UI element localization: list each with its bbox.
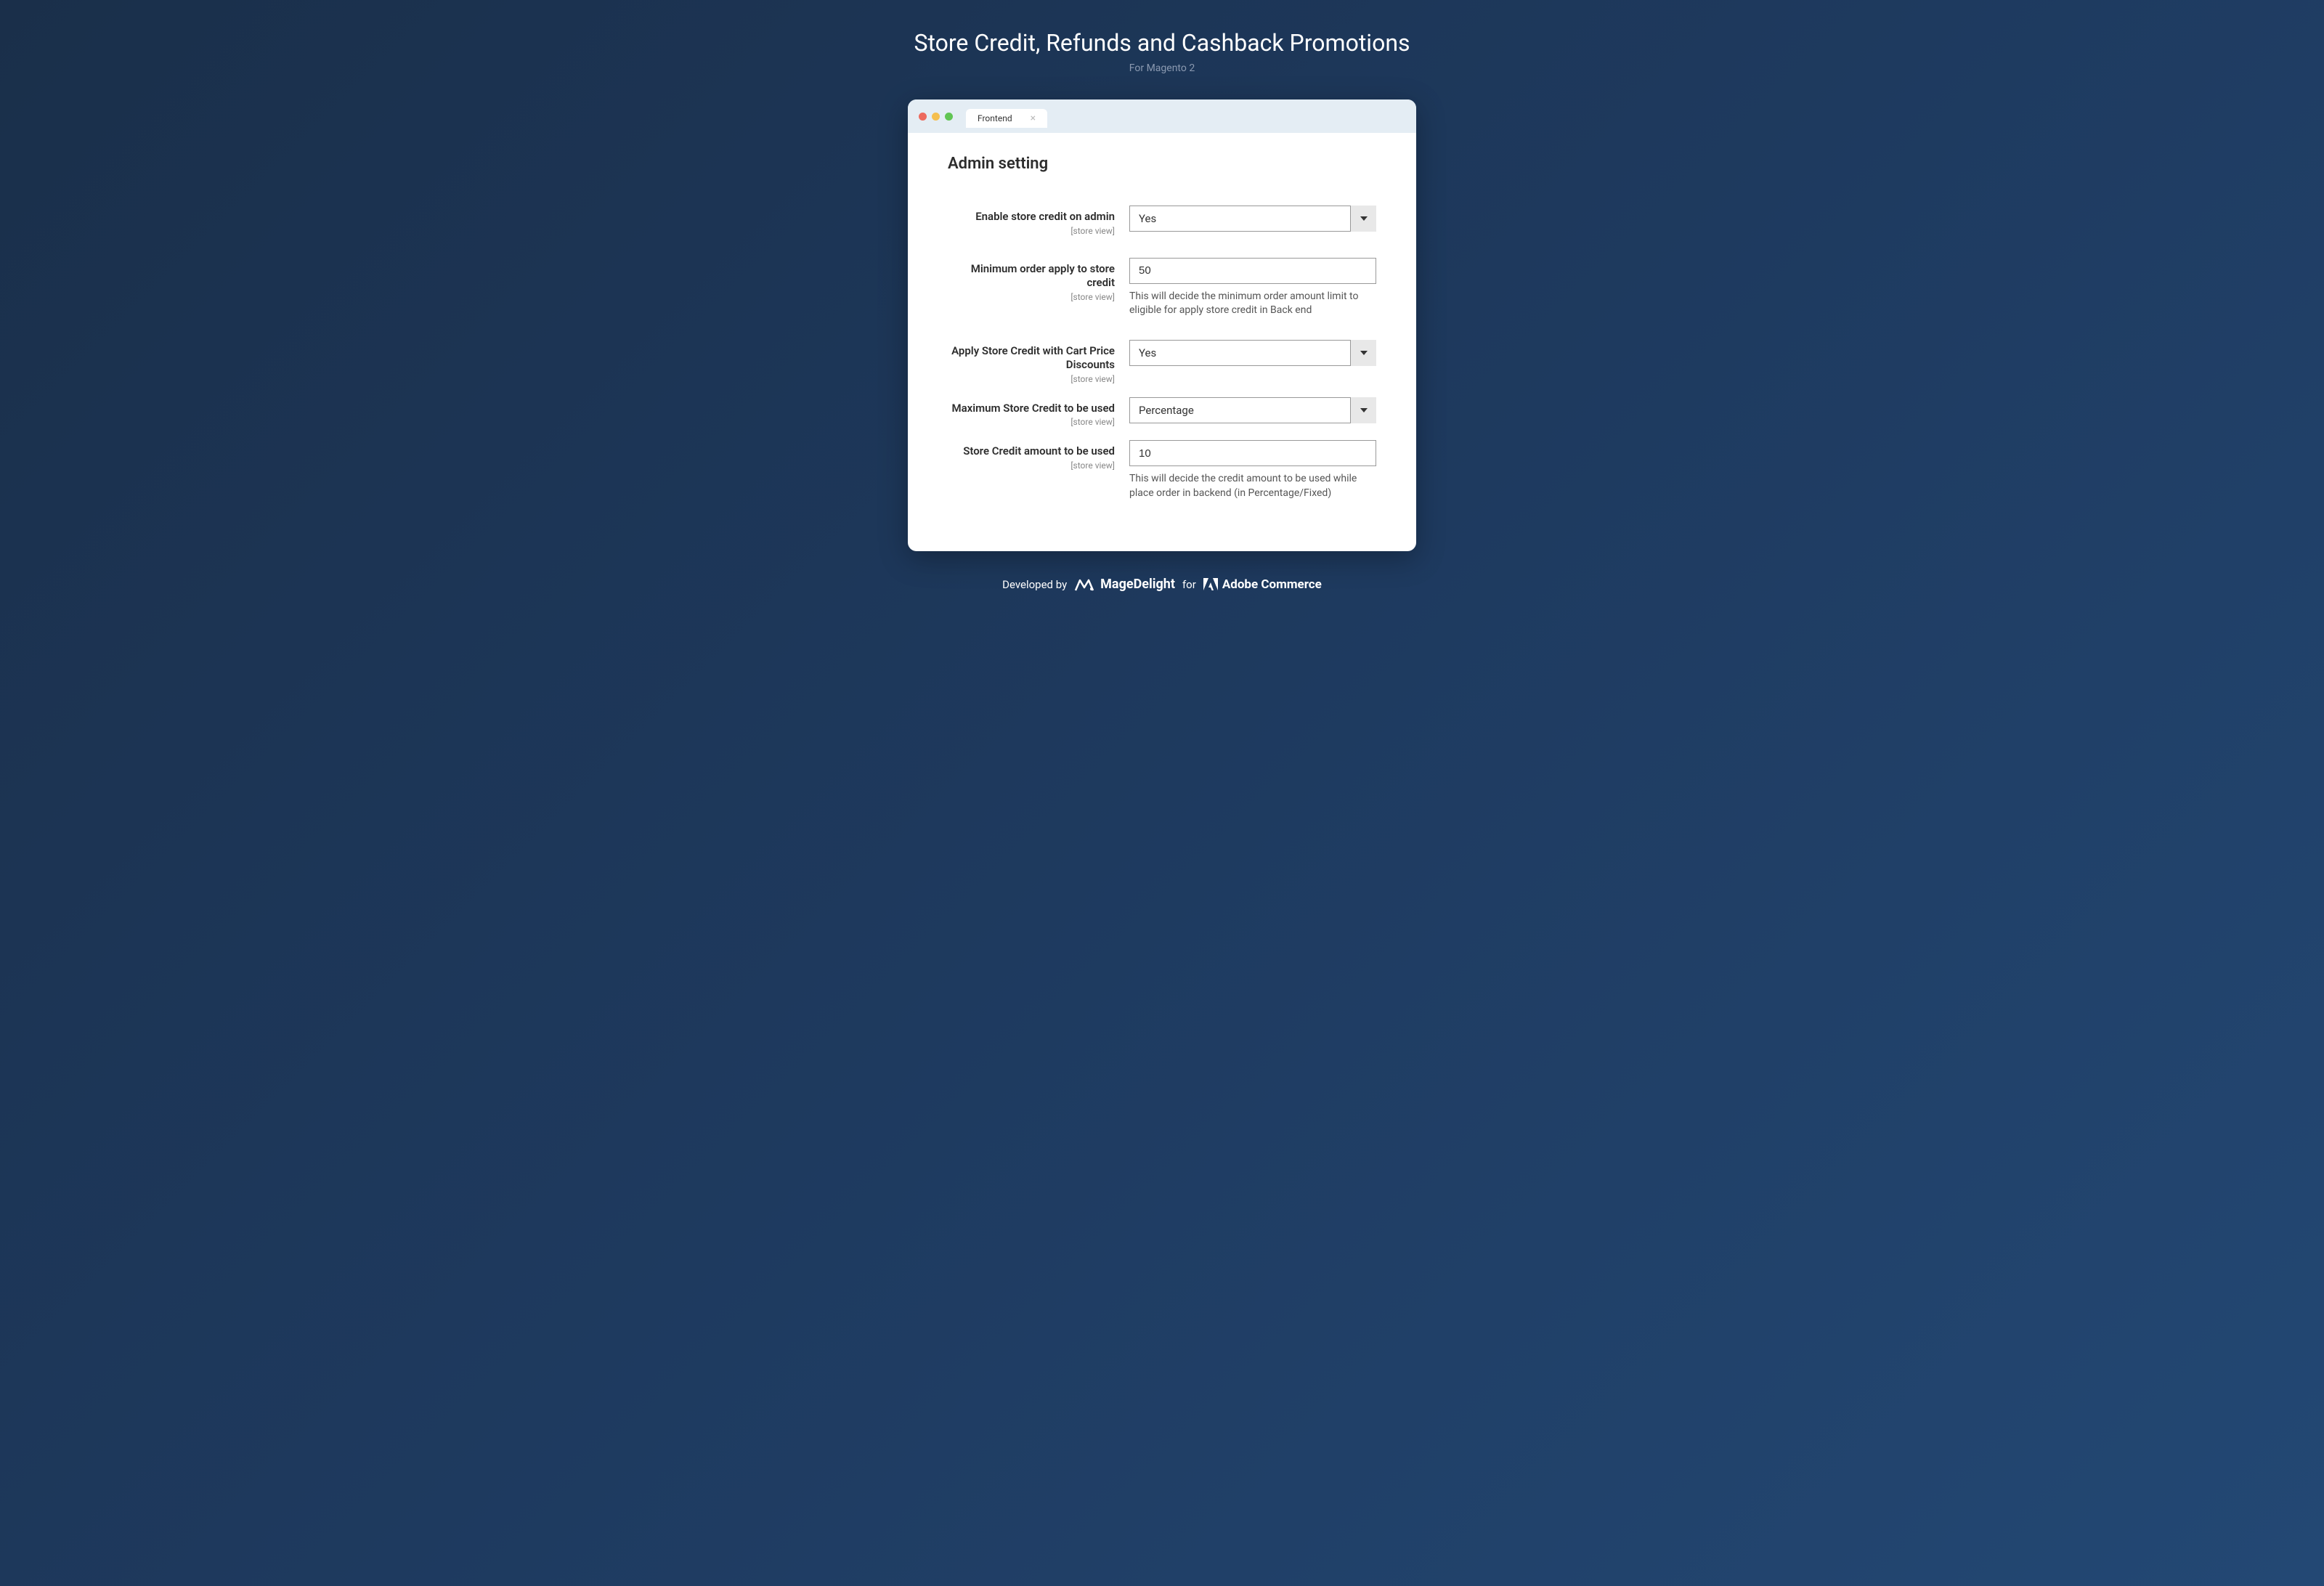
scope-label: [store view] — [948, 417, 1115, 427]
browser-tab[interactable]: Frontend × — [966, 109, 1047, 128]
footer: Developed by MageDelight for Adobe Comme… — [1002, 577, 1322, 592]
select-value: Yes — [1129, 206, 1376, 232]
traffic-lights — [919, 113, 953, 121]
minimum-order-input[interactable] — [1129, 258, 1376, 284]
input-column: This will decide the credit amount to be… — [1129, 440, 1376, 500]
window-maximize-icon[interactable] — [945, 113, 953, 121]
adobe-icon — [1203, 578, 1218, 591]
page-title: Store Credit, Refunds and Cashback Promo… — [914, 29, 1410, 57]
form-row-minimum-order: Minimum order apply to store credit [sto… — [948, 258, 1376, 318]
developed-by-text: Developed by — [1002, 578, 1067, 591]
page-subtitle: For Magento 2 — [1129, 62, 1195, 74]
form-row-credit-amount: Store Credit amount to be used [store vi… — [948, 440, 1376, 500]
help-text: This will decide the credit amount to be… — [1129, 472, 1376, 500]
select-value: Percentage — [1129, 397, 1376, 423]
adobe-commerce-logo: Adobe Commerce — [1203, 577, 1322, 592]
adobe-commerce-label: Adobe Commerce — [1222, 577, 1322, 592]
window-close-icon[interactable] — [919, 113, 927, 121]
input-column: Yes — [1129, 340, 1376, 366]
label-column: Store Credit amount to be used [store vi… — [948, 440, 1115, 471]
form-row-enable-store-credit: Enable store credit on admin [store view… — [948, 206, 1376, 236]
magedelight-logo: MageDelight — [1074, 577, 1175, 592]
input-column: This will decide the minimum order amoun… — [1129, 258, 1376, 318]
scope-label: [store view] — [948, 292, 1115, 302]
field-label: Minimum order apply to store credit — [948, 262, 1115, 290]
field-label: Apply Store Credit with Cart Price Disco… — [948, 344, 1115, 373]
magedelight-label: MageDelight — [1100, 577, 1175, 592]
field-label: Store Credit amount to be used — [948, 444, 1115, 459]
magedelight-icon — [1074, 577, 1094, 592]
close-icon[interactable]: × — [1031, 113, 1036, 123]
tab-label: Frontend — [978, 113, 1012, 123]
field-label: Enable store credit on admin — [948, 210, 1115, 224]
content-area: Admin setting Enable store credit on adm… — [908, 133, 1416, 551]
apply-with-cart-select[interactable]: Yes — [1129, 340, 1376, 366]
label-column: Enable store credit on admin [store view… — [948, 206, 1115, 236]
credit-amount-input[interactable] — [1129, 440, 1376, 466]
input-column: Percentage — [1129, 397, 1376, 423]
scope-label: [store view] — [948, 374, 1115, 384]
field-label: Maximum Store Credit to be used — [948, 402, 1115, 416]
max-store-credit-select[interactable]: Percentage — [1129, 397, 1376, 423]
enable-store-credit-select[interactable]: Yes — [1129, 206, 1376, 232]
window-minimize-icon[interactable] — [932, 113, 940, 121]
help-text: This will decide the minimum order amoun… — [1129, 290, 1376, 318]
label-column: Maximum Store Credit to be used [store v… — [948, 397, 1115, 428]
browser-window: Frontend × Admin setting Enable store cr… — [908, 99, 1416, 551]
scope-label: [store view] — [948, 460, 1115, 471]
label-column: Apply Store Credit with Cart Price Disco… — [948, 340, 1115, 384]
for-text: for — [1182, 578, 1196, 591]
label-column: Minimum order apply to store credit [sto… — [948, 258, 1115, 302]
select-value: Yes — [1129, 340, 1376, 366]
input-column: Yes — [1129, 206, 1376, 232]
form-row-max-store-credit: Maximum Store Credit to be used [store v… — [948, 397, 1376, 428]
section-heading: Admin setting — [948, 155, 1376, 173]
scope-label: [store view] — [948, 226, 1115, 236]
form-row-apply-with-cart: Apply Store Credit with Cart Price Disco… — [948, 340, 1376, 384]
browser-chrome: Frontend × — [908, 99, 1416, 133]
